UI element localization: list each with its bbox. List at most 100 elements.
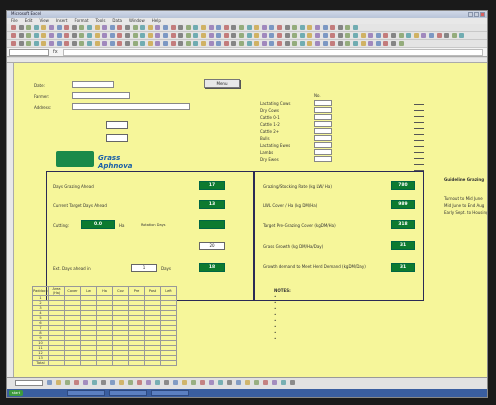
draw-tool-icon[interactable] <box>92 380 97 385</box>
toolbar-button-icon[interactable] <box>178 41 184 46</box>
draw-tool-icon[interactable] <box>137 380 142 385</box>
row-headers[interactable] <box>7 63 14 377</box>
toolbar-button-icon[interactable] <box>368 41 374 46</box>
stock-row-input[interactable] <box>314 128 332 134</box>
taskbar-item[interactable] <box>109 390 147 396</box>
draw-tool-icon[interactable] <box>119 380 124 385</box>
toolbar-button-icon[interactable] <box>33 41 39 46</box>
toolbar-button-icon[interactable] <box>178 25 184 30</box>
toolbar-button-icon[interactable] <box>155 25 161 30</box>
draw-tool-icon[interactable] <box>146 380 151 385</box>
toolbar-button-icon[interactable] <box>147 25 153 30</box>
toolbar-button-icon[interactable] <box>406 33 412 38</box>
date-field[interactable] <box>72 81 114 88</box>
toolbar-button-icon[interactable] <box>117 25 123 30</box>
toolbar-button-icon[interactable] <box>41 41 47 46</box>
toolbar-button-icon[interactable] <box>102 33 108 38</box>
toolbar-button-icon[interactable] <box>140 33 146 38</box>
draw-tool-icon[interactable] <box>290 380 295 385</box>
toolbar-button-icon[interactable] <box>216 41 222 46</box>
toolbar-button-icon[interactable] <box>132 25 138 30</box>
toolbar-button-icon[interactable] <box>360 41 366 46</box>
toolbar-button-icon[interactable] <box>254 33 260 38</box>
toolbar-button-icon[interactable] <box>383 33 389 38</box>
toolbar-button-icon[interactable] <box>459 33 465 38</box>
draw-tool-icon[interactable] <box>47 380 52 385</box>
draw-tool-icon[interactable] <box>65 380 70 385</box>
toolbar-button-icon[interactable] <box>330 41 336 46</box>
toolbar-button-icon[interactable] <box>231 33 237 38</box>
toolbar-button-icon[interactable] <box>330 33 336 38</box>
grazing-area-box[interactable] <box>106 134 128 142</box>
toolbar-button-icon[interactable] <box>11 25 16 30</box>
toolbar-button-icon[interactable] <box>49 33 54 38</box>
toolbar-button-icon[interactable] <box>170 33 176 38</box>
toolbar-button-icon[interactable] <box>345 25 351 30</box>
table-cell[interactable] <box>80 360 97 366</box>
stock-row-input[interactable] <box>314 121 332 127</box>
stocking-box[interactable] <box>106 121 128 129</box>
toolbar-button-icon[interactable] <box>125 41 130 46</box>
toolbar-button-icon[interactable] <box>140 41 146 46</box>
toolbar-button-icon[interactable] <box>277 33 282 38</box>
toolbar-button-icon[interactable] <box>41 25 47 30</box>
toolbar-button-icon[interactable] <box>353 41 358 46</box>
toolbar-button-icon[interactable] <box>292 41 298 46</box>
toolbar-button-icon[interactable] <box>132 33 138 38</box>
toolbar-button-icon[interactable] <box>337 41 343 46</box>
toolbar-button-icon[interactable] <box>208 41 214 46</box>
toolbar-button-icon[interactable] <box>360 33 366 38</box>
toolbar-button-icon[interactable] <box>163 41 168 46</box>
toolbar-button-icon[interactable] <box>155 41 161 46</box>
toolbar-button-icon[interactable] <box>109 25 115 30</box>
toolbar-button-icon[interactable] <box>201 25 206 30</box>
toolbar-button-icon[interactable] <box>64 25 70 30</box>
toolbar-button-icon[interactable] <box>208 33 214 38</box>
toolbar-button-icon[interactable] <box>383 41 389 46</box>
toolbar-button-icon[interactable] <box>322 41 328 46</box>
toolbar-button-icon[interactable] <box>239 33 244 38</box>
toolbar-button-icon[interactable] <box>147 33 153 38</box>
toolbar-button-icon[interactable] <box>64 33 70 38</box>
close-button[interactable] <box>480 12 485 17</box>
toolbar-button-icon[interactable] <box>299 33 305 38</box>
toolbar-button-icon[interactable] <box>277 25 282 30</box>
toolbar-button-icon[interactable] <box>41 33 47 38</box>
toolbar-button-icon[interactable] <box>125 25 130 30</box>
toolbar-button-icon[interactable] <box>64 41 70 46</box>
taskbar-item[interactable] <box>151 390 189 396</box>
toolbar-button-icon[interactable] <box>33 33 39 38</box>
toolbar-button-icon[interactable] <box>261 33 267 38</box>
draw-tool-icon[interactable] <box>245 380 250 385</box>
toolbar-button-icon[interactable] <box>292 33 298 38</box>
draw-tool-icon[interactable] <box>254 380 259 385</box>
toolbar-button-icon[interactable] <box>330 25 336 30</box>
table-cell[interactable] <box>48 360 65 366</box>
toolbar-button-icon[interactable] <box>87 33 92 38</box>
sheet-tab[interactable] <box>15 380 43 386</box>
address-field[interactable] <box>72 103 190 110</box>
toolbar-button-icon[interactable] <box>109 33 115 38</box>
toolbar-button-icon[interactable] <box>299 25 305 30</box>
draw-tool-icon[interactable] <box>200 380 205 385</box>
toolbar-button-icon[interactable] <box>413 33 419 38</box>
toolbar-button-icon[interactable] <box>261 41 267 46</box>
draw-tool-icon[interactable] <box>164 380 169 385</box>
toolbar-button-icon[interactable] <box>246 33 252 38</box>
toolbar-button-icon[interactable] <box>94 41 100 46</box>
toolbar-button-icon[interactable] <box>223 41 229 46</box>
toolbar-button-icon[interactable] <box>201 33 206 38</box>
toolbar-button-icon[interactable] <box>398 41 404 46</box>
toolbar-button-icon[interactable] <box>375 33 381 38</box>
toolbar-button-icon[interactable] <box>284 25 290 30</box>
toolbar-button-icon[interactable] <box>246 41 252 46</box>
toolbar-button-icon[interactable] <box>292 25 298 30</box>
toolbar-button-icon[interactable] <box>71 41 77 46</box>
table-cell[interactable]: Total <box>32 360 49 366</box>
toolbar-button-icon[interactable] <box>451 33 457 38</box>
toolbar-button-icon[interactable] <box>201 41 206 46</box>
draw-tool-icon[interactable] <box>236 380 241 385</box>
draw-tool-icon[interactable] <box>110 380 115 385</box>
toolbar-button-icon[interactable] <box>102 25 108 30</box>
minimize-button[interactable] <box>468 12 473 17</box>
